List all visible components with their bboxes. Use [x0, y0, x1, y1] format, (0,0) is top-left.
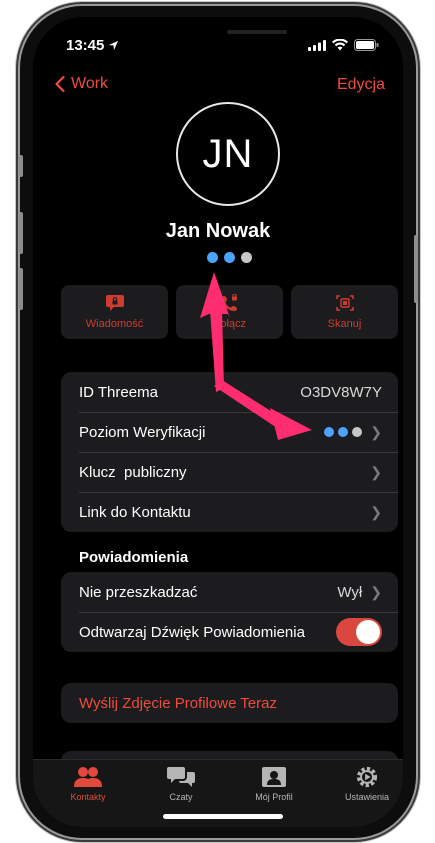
verification-level-row[interactable]: Poziom Weryfikacji ❯	[61, 412, 398, 452]
gear-icon	[356, 766, 378, 788]
verification-level-label: Poziom Weryfikacji	[79, 423, 206, 441]
clock-time: 13:45	[66, 37, 105, 54]
public-key-row[interactable]: Klucz publiczny ❯	[61, 452, 398, 492]
call-lock-icon	[221, 294, 237, 311]
chevron-right-icon: ❯	[370, 463, 382, 480]
message-button[interactable]: Wiadomość	[61, 285, 168, 339]
status-icons	[308, 39, 379, 51]
do-not-disturb-row[interactable]: Nie przeszkadzać Wył ❯	[61, 572, 398, 612]
battery-icon	[354, 39, 379, 51]
do-not-disturb-label: Nie przeszkadzać	[79, 583, 198, 601]
home-indicator	[163, 814, 283, 819]
status-bar: 13:45	[33, 37, 403, 57]
row-dot-1	[324, 427, 335, 437]
contact-details-group: ID Threema O3DV8W7Y Poziom Weryfikacji ❯…	[61, 372, 398, 532]
screen: 13:45 Work Edycja JN Jan Nowak Wiadomość…	[33, 17, 403, 827]
tab-contacts[interactable]: Kontakty	[48, 766, 128, 802]
tab-my-profile[interactable]: Mój Profil	[234, 766, 314, 802]
tab-contacts-label: Kontakty	[70, 792, 106, 802]
verification-level-dots	[324, 427, 363, 437]
volume-up-button	[19, 212, 23, 254]
threema-id-value: O3DV8W7Y	[300, 383, 382, 401]
tab-chats-label: Czaty	[169, 792, 193, 802]
notification-sound-label: Odtwarzaj Dźwięk Powiadomienia	[79, 623, 305, 641]
call-button-label: Połącz	[212, 318, 247, 330]
verification-dot-1	[207, 252, 218, 263]
tab-settings[interactable]: Ustawienia	[327, 766, 403, 802]
chevron-right-icon: ❯	[370, 423, 382, 440]
tab-my-profile-label: Mój Profil	[255, 792, 293, 802]
earpiece	[227, 30, 287, 34]
contact-name: Jan Nowak	[165, 220, 271, 242]
contact-link-label: Link do Kontaktu	[79, 503, 191, 521]
back-label: Work	[71, 75, 109, 92]
scan-qr-icon	[335, 295, 354, 311]
tab-chats[interactable]: Czaty	[141, 766, 221, 802]
power-button	[414, 235, 418, 303]
call-button[interactable]: Połącz	[176, 285, 283, 339]
profile-card-icon	[262, 767, 286, 787]
row-dot-2	[338, 427, 349, 437]
scan-button[interactable]: Skanuj	[291, 285, 398, 339]
notification-sound-row: Odtwarzaj Dźwięk Powiadomienia	[61, 612, 398, 652]
edit-button[interactable]: Edycja	[337, 76, 385, 94]
threema-id-row: ID Threema O3DV8W7Y	[61, 372, 398, 412]
scan-button-label: Skanuj	[327, 318, 362, 330]
volume-down-button	[19, 268, 23, 310]
contact-link-row[interactable]: Link do Kontaktu ❯	[61, 492, 398, 532]
message-lock-icon	[105, 295, 124, 311]
contacts-icon	[74, 767, 102, 787]
verification-level-indicator	[207, 252, 252, 263]
row-dot-3	[352, 427, 363, 437]
avatar-initials: JN	[202, 131, 254, 176]
action-buttons: Wiadomość Połącz Skanuj	[61, 285, 398, 339]
verification-dot-3	[241, 252, 252, 263]
chevron-right-icon: ❯	[370, 583, 382, 600]
tab-settings-label: Ustawienia	[344, 792, 390, 802]
toggle-knob	[356, 620, 380, 644]
clock: 13:45	[66, 37, 119, 54]
chevron-right-icon: ❯	[370, 503, 382, 520]
signal-icon	[308, 39, 326, 51]
threema-id-label: ID Threema	[79, 383, 158, 401]
wifi-icon	[332, 39, 348, 51]
verification-dot-2	[224, 252, 235, 263]
do-not-disturb-value: Wył	[337, 583, 363, 601]
notifications-group: Nie przeszkadzać Wył ❯ Odtwarzaj Dźwięk …	[61, 572, 398, 652]
notification-sound-toggle[interactable]	[336, 618, 382, 646]
public-key-label: Klucz publiczny	[79, 463, 187, 481]
location-arrow-icon	[109, 40, 119, 51]
mute-switch	[19, 155, 23, 177]
send-profile-photo-button[interactable]: Wyślij Zdjęcie Profilowe Teraz	[61, 683, 398, 723]
avatar[interactable]: JN	[176, 102, 280, 206]
notifications-section-title: Powiadomienia	[79, 549, 189, 566]
chats-icon	[167, 767, 195, 787]
message-button-label: Wiadomość	[85, 318, 144, 330]
back-button[interactable]: Work	[55, 75, 108, 93]
chevron-left-icon	[55, 76, 65, 92]
